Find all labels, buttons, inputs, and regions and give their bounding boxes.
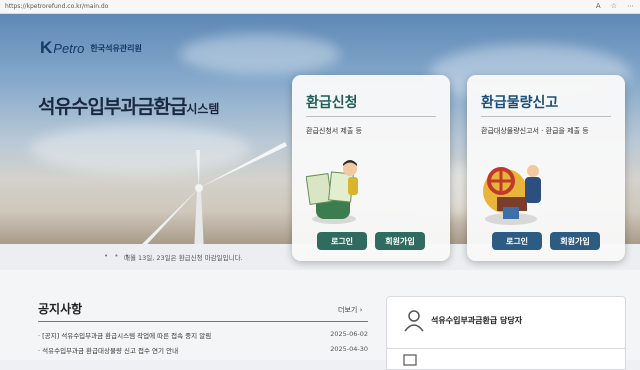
refund-volume-report-card: 환급물량신고 환급대상물량신고서 · 환급을 제출 등 로그인 회원가입 [467, 75, 625, 261]
notice-date: 2025-06-02 [330, 330, 368, 338]
card-description: 환급대상물량신고서 · 환급을 제출 등 [481, 127, 589, 135]
wind-turbine-icon [142, 142, 287, 244]
refund-application-card: 환급신청 환급신청서 제출 등 로그인 회원가입 [292, 75, 450, 261]
card-title: 환급물량신고 [481, 95, 559, 111]
chevron-right-icon[interactable]: › [360, 306, 363, 314]
more-menu-icon[interactable]: ⋯ [627, 2, 634, 10]
person-icon [404, 310, 424, 332]
kpetro-logo[interactable]: K Petro 한국석유관리원 [40, 38, 142, 58]
signup-button[interactable]: 회원가입 [375, 232, 425, 250]
notice-title[interactable]: · 석유수입부과금 환급대상물량 신고 접수 연기 안내 [38, 347, 178, 355]
more-link[interactable]: 더보기 › [338, 305, 362, 315]
title-suffix: 시스템 [186, 102, 220, 116]
card-divider [306, 116, 436, 117]
browser-toolbar-icons: A ☆ ⋯ [596, 2, 634, 10]
cloud [180, 34, 340, 74]
more-link-label[interactable]: 더보기 [338, 306, 357, 314]
url-text[interactable]: https://kpetrorefund.co.kr/main.do [5, 3, 108, 10]
login-button[interactable]: 로그인 [492, 232, 542, 250]
login-button[interactable]: 로그인 [317, 232, 367, 250]
notices-title: 공지사항 [38, 302, 83, 316]
card-description: 환급신청서 제출 등 [306, 127, 362, 135]
title-main: 석유수입부과금환급 [38, 96, 187, 118]
favorite-star-icon[interactable]: ☆ [611, 2, 617, 10]
deadline-notice: 매월 13일, 23일은 환급신청 마감일입니다. [124, 254, 243, 262]
card-divider [481, 116, 611, 117]
secondary-info-box[interactable] [386, 348, 626, 370]
notice-date: 2025-04-30 [330, 345, 368, 353]
contact-label: 석유수입부과금환급 담당자 [431, 316, 523, 325]
address-bar[interactable]: https://kpetrorefund.co.kr/main.do A ☆ ⋯ [0, 0, 640, 14]
valve-worker-icon [483, 165, 541, 225]
signup-button[interactable]: 회원가입 [550, 232, 600, 250]
logo-k: K [40, 38, 53, 57]
notice-item[interactable]: · 석유수입부과금 환급대상물량 신고 접수 연기 안내 2025-04-30 [38, 345, 368, 355]
logo-org-name: 한국석유관리원 [90, 43, 142, 53]
logo-petro: Petro [53, 40, 85, 56]
page-title: 석유수입부과금환급시스템 [38, 92, 219, 119]
notices-divider [38, 321, 368, 322]
notice-title[interactable]: · [공지] 석유수입부과금 환급시스템 작업에 따른 접속 중지 알림 [38, 332, 211, 340]
document-icon [403, 354, 417, 366]
notice-item[interactable]: · [공지] 석유수입부과금 환급시스템 작업에 따른 접속 중지 알림 202… [38, 330, 368, 340]
person-reading-document-icon [306, 160, 358, 224]
read-aloud-icon[interactable]: A [596, 2, 601, 10]
contact-box[interactable]: 석유수입부과금환급 담당자 [386, 296, 626, 350]
card-title: 환급신청 [306, 95, 358, 111]
